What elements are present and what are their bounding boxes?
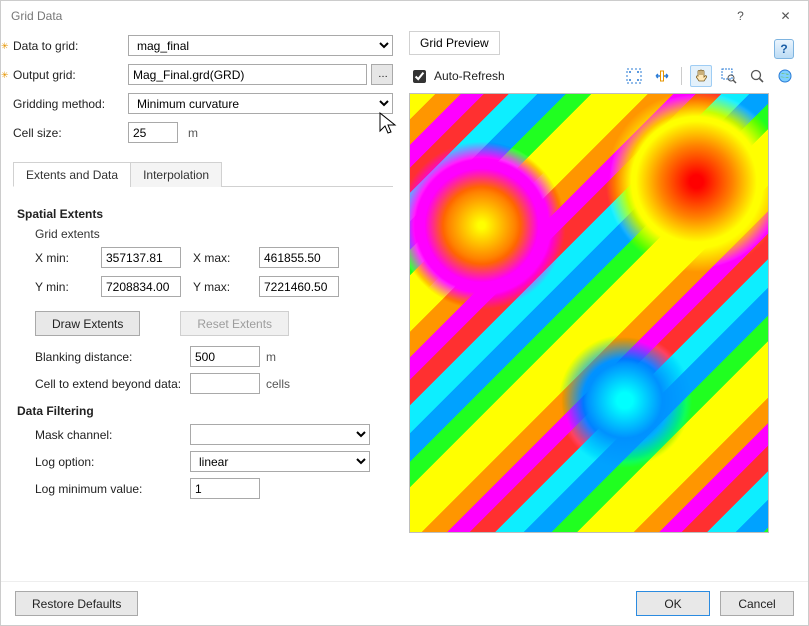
right-panel: Grid Preview Auto-Refresh [409, 31, 796, 573]
spatial-extents-heading: Spatial Extents [17, 207, 389, 221]
full-extent-icon[interactable] [623, 65, 645, 87]
cell-size-label: Cell size: [13, 126, 128, 140]
cell-size-unit: m [188, 126, 198, 140]
cancel-button[interactable]: Cancel [720, 591, 794, 616]
data-to-grid-select[interactable]: mag_final [128, 35, 393, 56]
grid-extents-label: Grid extents [35, 227, 389, 241]
xmax-label: X max: [193, 251, 247, 265]
ymax-input[interactable] [259, 276, 339, 297]
preview-toolbar [623, 65, 796, 87]
tab-extents-body: Spatial Extents Grid extents X min: X ma… [13, 187, 393, 573]
zoom-icon[interactable] [746, 65, 768, 87]
window-title: Grid Data [11, 9, 718, 23]
cell-size-input[interactable] [128, 122, 178, 143]
draw-extents-button[interactable]: Draw Extents [35, 311, 140, 336]
grid-preview-image [409, 93, 769, 533]
tab-strip: Extents and Data Interpolation [13, 161, 393, 187]
ymax-label: Y max: [193, 280, 247, 294]
xmax-input[interactable] [259, 247, 339, 268]
titlebar: Grid Data ? ✕ [1, 1, 808, 31]
ok-button[interactable]: OK [636, 591, 710, 616]
tab-extents[interactable]: Extents and Data [13, 162, 131, 187]
xmin-input[interactable] [101, 247, 181, 268]
cells-extend-input[interactable] [190, 373, 260, 394]
data-filtering-heading: Data Filtering [17, 404, 389, 418]
xmin-label: X min: [35, 251, 89, 265]
resize-icon[interactable] [651, 65, 673, 87]
grid-data-dialog: Grid Data ? ✕ ? Data to grid: mag_final … [0, 0, 809, 626]
mask-channel-select[interactable] [190, 424, 370, 445]
mask-channel-label: Mask channel: [35, 428, 190, 442]
browse-button[interactable]: … [371, 64, 393, 85]
pan-icon[interactable] [690, 65, 712, 87]
restore-defaults-button[interactable]: Restore Defaults [15, 591, 138, 616]
tab-interpolation[interactable]: Interpolation [130, 162, 222, 187]
left-panel: Data to grid: mag_final Output grid: … G… [13, 31, 393, 573]
grid-preview-tab[interactable]: Grid Preview [409, 31, 500, 55]
dialog-footer: Restore Defaults OK Cancel [1, 581, 808, 625]
ymin-input[interactable] [101, 276, 181, 297]
gridding-method-label: Gridding method: [13, 97, 128, 111]
blanking-distance-label: Blanking distance: [35, 350, 190, 364]
toolbar-separator [681, 67, 682, 85]
gridding-method-select[interactable]: Minimum curvature [128, 93, 393, 114]
blanking-unit: m [266, 350, 276, 364]
auto-refresh-control[interactable]: Auto-Refresh [409, 67, 505, 86]
cells-extend-unit: cells [266, 377, 290, 391]
log-option-select[interactable]: linear [190, 451, 370, 472]
log-min-input[interactable] [190, 478, 260, 499]
data-to-grid-label: Data to grid: [13, 39, 128, 53]
close-button[interactable]: ✕ [763, 1, 808, 31]
auto-refresh-label: Auto-Refresh [434, 69, 505, 83]
help-titlebar-button[interactable]: ? [718, 1, 763, 31]
reset-extents-button: Reset Extents [180, 311, 289, 336]
ymin-label: Y min: [35, 280, 89, 294]
zoom-box-icon[interactable] [718, 65, 740, 87]
output-grid-label: Output grid: [13, 68, 128, 82]
log-min-label: Log minimum value: [35, 482, 190, 496]
globe-icon[interactable] [774, 65, 796, 87]
output-grid-input[interactable] [128, 64, 367, 85]
blanking-distance-input[interactable] [190, 346, 260, 367]
log-option-label: Log option: [35, 455, 190, 469]
help-icon[interactable]: ? [774, 39, 794, 59]
cells-extend-label: Cell to extend beyond data: [35, 377, 190, 391]
auto-refresh-checkbox[interactable] [413, 70, 426, 83]
